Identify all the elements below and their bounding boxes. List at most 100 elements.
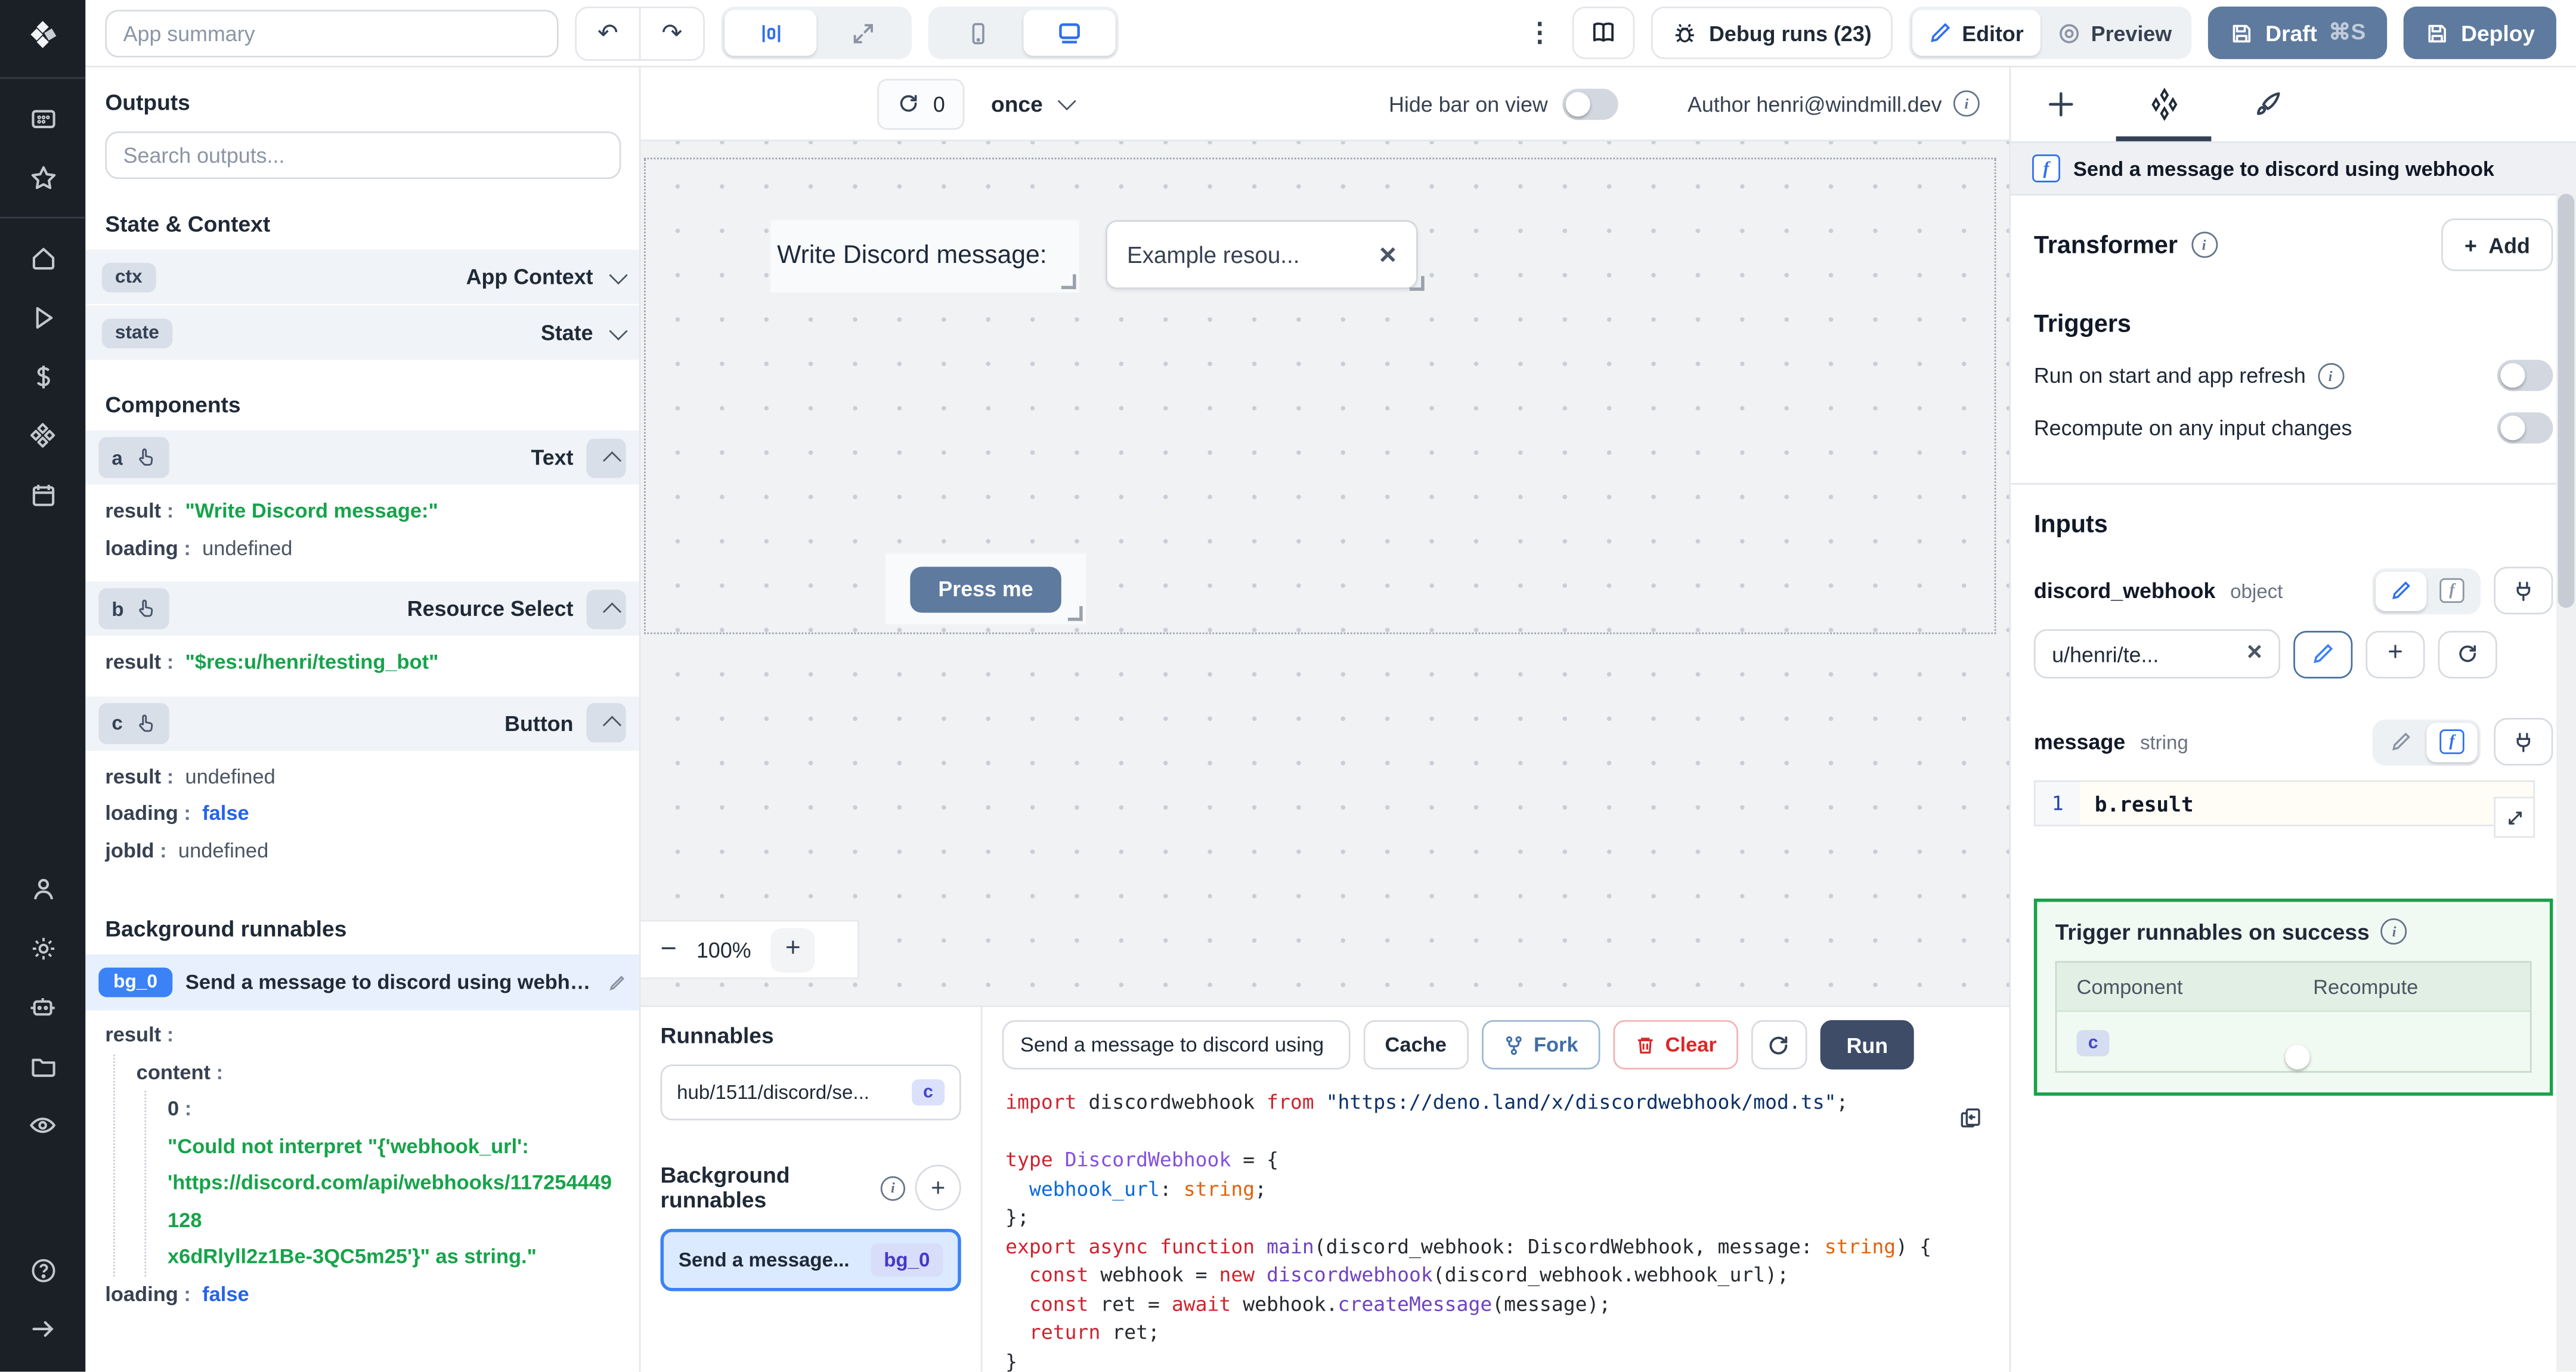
component-settings-tab[interactable] [2147, 87, 2182, 122]
sidebar-item-help[interactable] [0, 1240, 85, 1299]
sidebar-expand-icon[interactable] [0, 1299, 85, 1358]
resize-handle[interactable] [1061, 274, 1076, 289]
resource-select-component[interactable]: Example resou... × [1106, 218, 1428, 294]
component-b-header[interactable]: b Resource Select [85, 581, 639, 636]
sidebar-item-audit-logs[interactable] [0, 1096, 85, 1155]
edit-icon[interactable] [608, 973, 626, 991]
recompute-toggle[interactable] [2497, 412, 2553, 444]
button-component[interactable]: Press me [885, 553, 1086, 624]
code-editor[interactable]: import discordwebhook from "https://deno… [983, 1079, 2010, 1372]
docs-button[interactable] [1572, 7, 1636, 60]
run-on-start-toggle[interactable] [2497, 360, 2553, 391]
tab-editor[interactable]: Editor [1912, 10, 2041, 56]
runnable-name-input[interactable] [1002, 1020, 1351, 1070]
component-a-id: a [112, 446, 123, 469]
info-icon[interactable]: i [880, 1175, 906, 1200]
center-layout-button[interactable] [724, 10, 817, 56]
state-row[interactable]: state State [85, 305, 639, 360]
run-button[interactable]: Run [1820, 1020, 1915, 1070]
sidebar-item-apps[interactable] [0, 89, 85, 148]
app-container[interactable]: Write Discord message: Example resou... … [643, 157, 1996, 634]
background-runnable-item-selected[interactable]: Send a message... bg_0 [660, 1228, 961, 1292]
ctx-row[interactable]: ctx App Context [85, 249, 639, 304]
collapse-button[interactable] [586, 438, 626, 478]
connect-input-button[interactable] [2494, 566, 2553, 615]
draft-button[interactable]: Draft ⌘S [2207, 7, 2388, 60]
fullscreen-layout-button[interactable] [816, 10, 908, 56]
clear-button[interactable]: Clear [1612, 1020, 1738, 1070]
scrollbar-thumb[interactable] [2558, 194, 2575, 608]
component-a-header[interactable]: a Text [85, 430, 639, 485]
code-editor-panel: Cache Fork Clear Run import discordwebho… [982, 1005, 2010, 1372]
zoom-out-button[interactable]: − [661, 933, 677, 966]
tab-preview[interactable]: Preview [2040, 10, 2188, 56]
bg0-row[interactable]: bg_0 Send a message to discord using web… [85, 954, 639, 1011]
info-icon[interactable]: i [2317, 362, 2344, 389]
fork-button[interactable]: Fork [1481, 1020, 1600, 1070]
resource-picker[interactable]: u/henri/te... × [2033, 629, 2281, 679]
windmill-logo-icon[interactable] [0, 0, 85, 67]
sidebar-item-schedules[interactable] [0, 465, 85, 524]
sidebar-item-home[interactable] [0, 228, 85, 287]
deploy-button[interactable]: Deploy [2403, 7, 2556, 60]
mobile-view-button[interactable] [931, 10, 1023, 56]
hide-bar-label: Hide bar on view [1389, 91, 1548, 116]
message-expression-editor[interactable]: 1 b.result [2033, 780, 2535, 838]
hide-bar-toggle[interactable] [1562, 88, 1619, 119]
expand-editor-icon[interactable] [2494, 797, 2535, 838]
desktop-view-button[interactable] [1023, 10, 1116, 56]
collapse-button[interactable] [586, 703, 626, 743]
undo-button[interactable]: ↶ [577, 7, 639, 58]
sidebar-item-resources[interactable] [0, 406, 85, 465]
static-mode-button[interactable] [2375, 571, 2427, 611]
sidebar-item-users[interactable] [0, 859, 85, 918]
eval-mode-button[interactable]: f [2426, 721, 2478, 761]
add-background-runnable-button[interactable]: + [915, 1165, 961, 1211]
clear-icon[interactable]: × [2247, 640, 2262, 667]
search-outputs-input[interactable] [105, 131, 621, 179]
sidebar-item-variables[interactable] [0, 346, 85, 405]
resource-select-input[interactable]: Example resou... × [1106, 220, 1418, 289]
sidebar-item-folders[interactable] [0, 1036, 85, 1095]
clear-icon[interactable]: × [1379, 240, 1397, 270]
sidebar-item-settings[interactable] [0, 918, 85, 977]
refresh-count-button[interactable]: 0 [877, 78, 965, 129]
static-mode-button[interactable] [2376, 722, 2426, 761]
app-canvas[interactable]: Write Discord message: Example resou... … [640, 141, 2010, 1006]
runnable-item[interactable]: hub/1511/discord/se... c [660, 1064, 961, 1120]
press-me-button[interactable]: Press me [910, 566, 1061, 612]
preview-tab-label: Preview [2091, 20, 2172, 45]
connect-input-button[interactable] [2494, 717, 2553, 766]
collapse-button[interactable] [586, 589, 626, 628]
info-icon[interactable]: i [2381, 918, 2408, 945]
debug-runs-button[interactable]: Debug runs (23) [1651, 7, 1893, 60]
add-transformer-button[interactable]: + Add [2441, 218, 2553, 271]
zoom-in-button[interactable]: + [770, 927, 816, 972]
refresh-resources-button[interactable] [2438, 630, 2497, 678]
code-lines: import discordwebhook from "https://deno… [1005, 1091, 1931, 1372]
bg0-result-tree: result content 0 "Could not interpret "{… [85, 1010, 639, 1319]
copy-icon[interactable] [1958, 1105, 1983, 1130]
sidebar-item-workers[interactable] [0, 977, 85, 1036]
component-c-header[interactable]: c Button [85, 695, 639, 750]
more-menu-button[interactable]: ⋮ [1524, 17, 1556, 49]
resize-handle[interactable] [1409, 275, 1425, 291]
theme-tab[interactable] [2252, 89, 2283, 120]
sidebar-item-runs[interactable] [0, 287, 85, 346]
app-summary-input[interactable] [105, 9, 559, 57]
cache-button[interactable]: Cache [1363, 1020, 1468, 1070]
sidebar-item-favorites[interactable] [0, 148, 85, 207]
zoom-controls: − 100% + [640, 919, 859, 980]
resize-handle[interactable] [1067, 606, 1083, 621]
create-resource-button[interactable]: + [2366, 630, 2425, 678]
redo-button[interactable]: ↷ [639, 7, 704, 58]
bg-runnable-label: Send a message... [678, 1248, 850, 1272]
eval-mode-button[interactable]: f [2426, 571, 2477, 610]
text-component[interactable]: Write Discord message: [770, 220, 1080, 293]
info-icon[interactable]: i [1953, 90, 1980, 117]
schedule-dropdown[interactable]: once [991, 91, 1076, 116]
insert-component-tab[interactable] [2045, 89, 2076, 120]
edit-resource-button[interactable] [2293, 630, 2353, 678]
info-icon[interactable]: i [2191, 231, 2218, 258]
reload-button[interactable] [1751, 1020, 1807, 1070]
